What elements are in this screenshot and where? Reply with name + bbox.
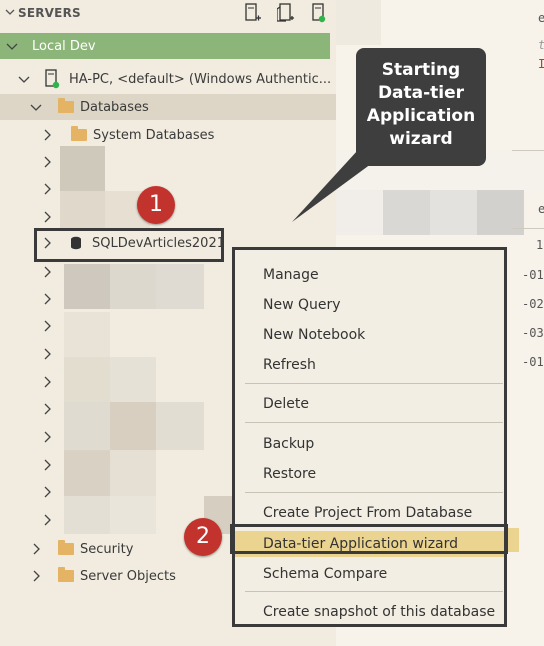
redacted-block [110,402,156,450]
new-server-group-icon[interactable] [276,3,295,23]
menu-item-schema-compare[interactable]: Schema Compare [235,561,504,587]
chevron-right-icon[interactable] [40,318,54,332]
chevron-right-icon[interactable] [40,346,54,360]
chevron-right-icon[interactable] [40,484,54,498]
redacted-block [64,264,110,309]
redacted-block [110,264,156,309]
server-node[interactable]: HA-PC, <default> (Windows Authentic... [0,66,336,92]
callout-text: Starting Data-tier Application wizard [366,60,476,149]
chevron-down-icon[interactable] [29,100,43,114]
server-label: HA-PC, <default> (Windows Authentic... [69,71,332,87]
security-label: Security [80,541,134,557]
redacted-block [110,450,156,496]
menu-item-create-snapshot[interactable]: Create snapshot of this database [235,599,504,625]
redacted-block [336,0,381,45]
redacted-block [430,190,477,235]
context-menu: Manage New Query New Notebook Refresh De… [232,247,507,627]
menu-item-new-notebook[interactable]: New Notebook [235,322,504,348]
active-connections-icon[interactable] [310,3,328,23]
redacted-block [64,450,110,496]
folder-icon [58,98,74,113]
redacted-block [64,312,110,357]
step-badge-1: 1 [137,186,175,224]
editor-text: -01 [522,355,544,369]
chevron-right-icon[interactable] [40,181,54,195]
editor-text: 1 [536,238,544,252]
chevron-right-icon[interactable] [29,569,43,583]
editor-divider [512,228,544,229]
chevron-right-icon[interactable] [40,512,54,526]
redacted-block [110,496,156,534]
chevron-right-icon[interactable] [40,429,54,443]
menu-item-manage[interactable]: Manage [235,262,504,288]
system-databases-label: System Databases [93,127,215,143]
redacted-block [60,191,105,228]
redacted-block [64,496,110,534]
redacted-block [383,190,430,235]
chevron-right-icon[interactable] [40,128,54,142]
editor-text: e [538,11,544,25]
redacted-block [60,146,105,191]
menu-item-backup[interactable]: Backup [235,431,504,457]
server-group-label: Local Dev [32,38,96,54]
menu-item-restore[interactable]: Restore [235,461,504,487]
menu-separator [245,422,503,423]
redacted-block [156,264,204,309]
step-badge-2: 2 [184,518,222,556]
databases-node[interactable]: Databases [0,94,336,120]
editor-text: e [538,202,544,216]
server-group-local-dev[interactable]: Local Dev [0,33,330,59]
chevron-right-icon[interactable] [40,401,54,415]
folder-icon [58,567,74,582]
menu-separator [245,591,503,592]
chevron-right-icon[interactable] [40,457,54,471]
server-objects-label: Server Objects [80,568,176,584]
databases-label: Databases [80,99,149,115]
servers-header[interactable]: SERVERS [0,0,336,26]
chevron-down-icon[interactable] [2,7,18,20]
menu-item-new-query[interactable]: New Query [235,292,504,318]
new-connection-icon[interactable] [244,3,262,23]
chevron-down-icon[interactable] [5,39,19,53]
menu-highlight-box [230,524,508,554]
editor-divider [512,150,544,151]
database-highlight-box [34,228,224,262]
chevron-right-icon[interactable] [40,291,54,305]
redacted-block [64,402,110,450]
chevron-right-icon[interactable] [40,209,54,223]
redacted-block [64,357,110,402]
folder-icon [71,126,87,141]
chevron-right-icon[interactable] [40,264,54,278]
highlight-overflow [507,528,519,552]
chevron-down-icon[interactable] [17,72,31,86]
editor-text: -01 [522,268,544,282]
menu-item-refresh[interactable]: Refresh [235,352,504,378]
chevron-right-icon[interactable] [40,154,54,168]
editor-text: I [538,57,544,71]
menu-separator [245,492,503,493]
editor-text: -03 [522,326,544,340]
system-databases-node[interactable]: System Databases [0,122,336,148]
folder-icon [58,540,74,555]
callout-bubble: Starting Data-tier Application wizard [356,48,486,166]
chevron-right-icon[interactable] [29,542,43,556]
menu-item-delete[interactable]: Delete [235,391,504,417]
editor-text: -02 [522,297,544,311]
redacted-block [156,402,204,450]
menu-item-create-project[interactable]: Create Project From Database [235,500,504,526]
servers-title: SERVERS [18,6,81,20]
redacted-block [110,357,156,402]
chevron-right-icon[interactable] [40,374,54,388]
menu-separator [245,383,503,384]
editor-text: t [538,38,544,52]
server-icon [44,69,62,93]
